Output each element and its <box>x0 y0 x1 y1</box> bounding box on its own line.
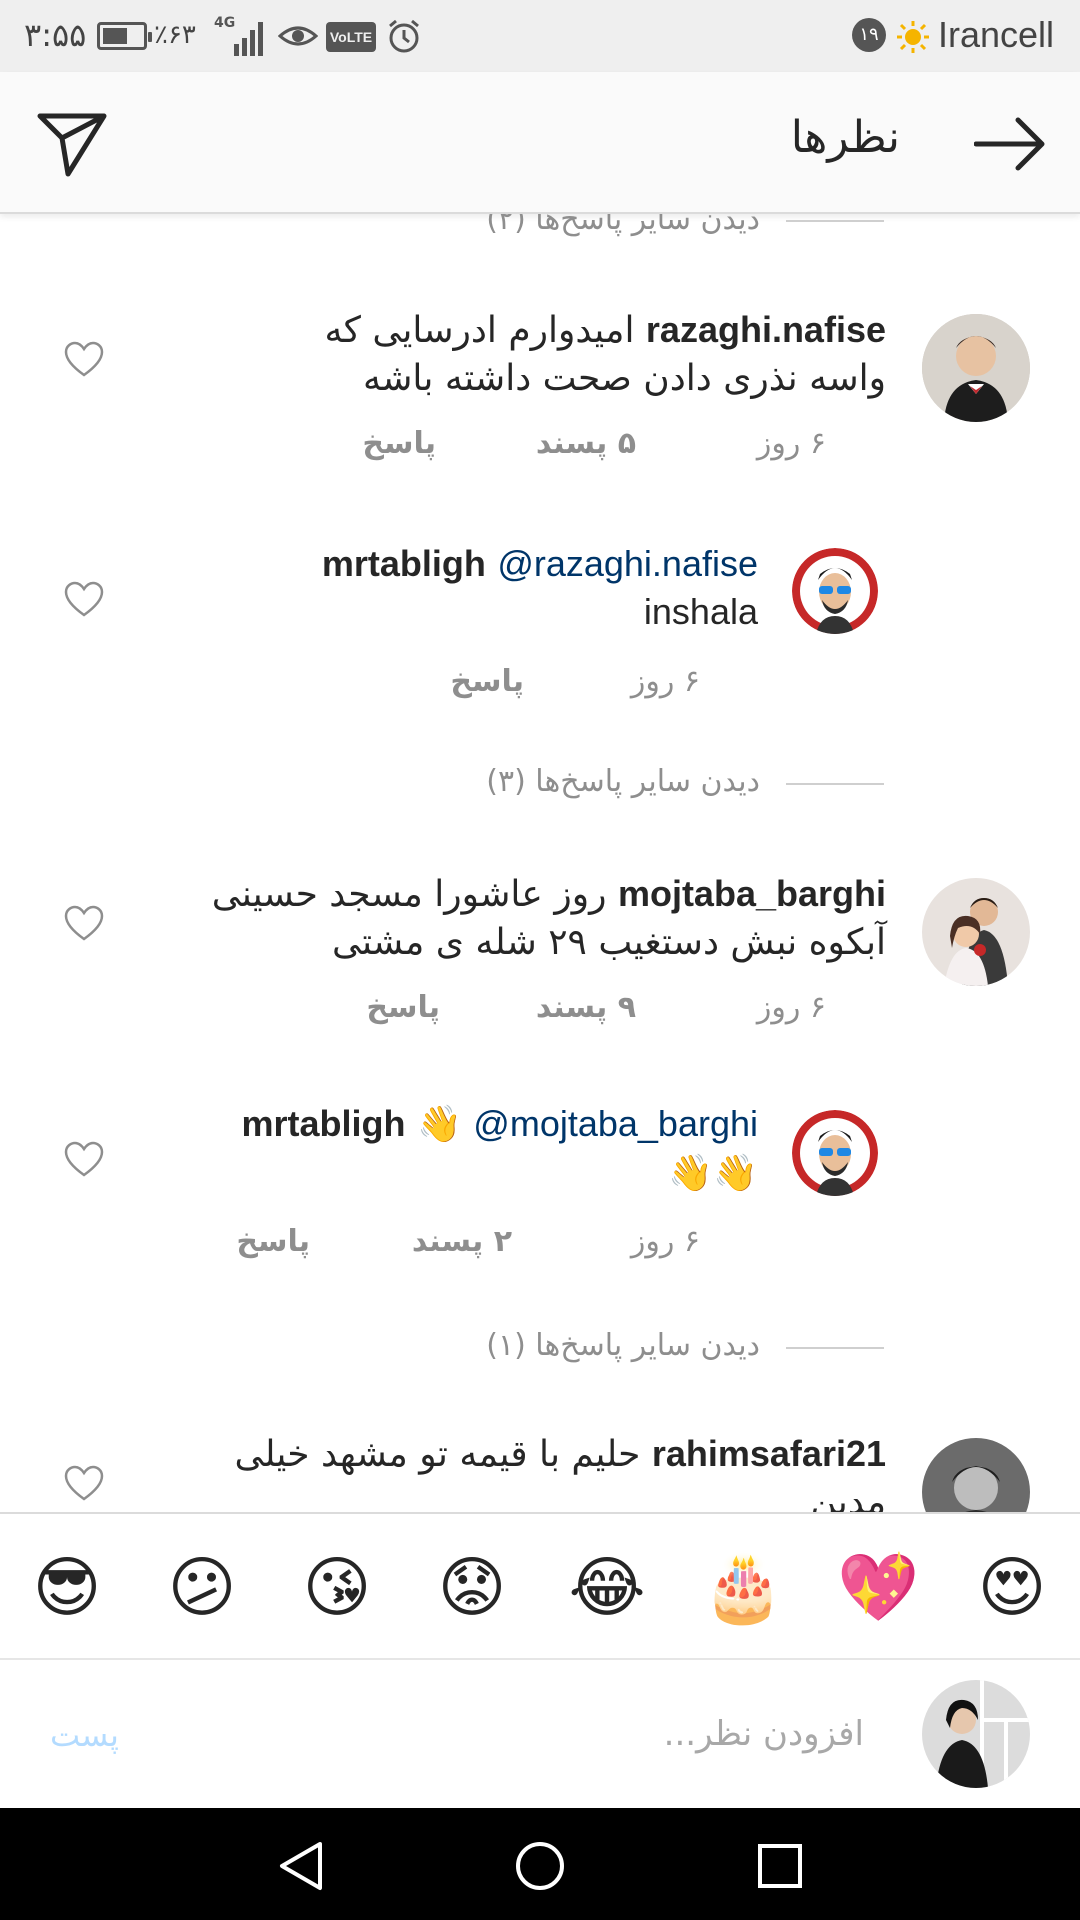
comment-body: razaghi.nafise امیدوارم ادرسایی که واسه … <box>246 306 886 403</box>
send-icon[interactable] <box>36 108 108 180</box>
arrow-right-icon[interactable] <box>974 116 1046 172</box>
avatar[interactable] <box>792 548 878 634</box>
header-bar: نظرها <box>0 72 1080 214</box>
status-bar: ۳:۵۵ ٪۶۳ 4G VoLTE ۱۹ Irancell <box>0 0 1080 72</box>
comment-text: inshala <box>643 591 758 632</box>
heart-icon[interactable] <box>64 904 104 944</box>
view-more-line <box>786 783 884 785</box>
view-more-replies[interactable]: دیدن سایر پاسخ‌ها (۱) <box>486 1328 760 1363</box>
comment-username[interactable]: rahimsafari21 <box>652 1433 886 1474</box>
like-count[interactable]: ۵ پسند <box>536 426 636 461</box>
system-nav-bar <box>0 1808 1080 1920</box>
emoji-quick-bar: 😍 💖 🎂 😂 😟 😘 😕 😎 <box>0 1512 1080 1658</box>
heart-icon[interactable] <box>64 340 104 380</box>
battery-percent: ٪۶۳ <box>154 20 196 50</box>
comments-list[interactable]: دیدن سایر پاسخ‌ها (۲) razaghi.nafise امی… <box>0 214 1080 1512</box>
volte-icon: VoLTE <box>326 22 376 52</box>
heart-icon[interactable] <box>64 1140 104 1180</box>
avatar[interactable] <box>922 1438 1030 1512</box>
comment-body: mrtabligh 👋 @mojtaba_barghi <box>138 1100 758 1149</box>
post-button[interactable]: پست <box>50 1716 119 1754</box>
comment-input[interactable]: افزودن نظر... <box>664 1714 864 1754</box>
comment-mention[interactable]: @mojtaba_barghi <box>473 1103 758 1144</box>
emoji-cake[interactable]: 🎂 <box>702 1548 784 1628</box>
heart-icon[interactable] <box>64 580 104 620</box>
nav-recents-icon[interactable] <box>756 1842 804 1890</box>
emoji-laughing[interactable]: 😂 <box>567 1548 647 1628</box>
notification-badge: ۱۹ <box>852 18 886 52</box>
nav-home-icon[interactable] <box>514 1840 566 1892</box>
comment-username[interactable]: mojtaba_barghi <box>618 873 886 914</box>
emoji-kiss[interactable]: 😘 <box>297 1548 377 1628</box>
comment-mention[interactable]: @razaghi.nafise <box>497 543 758 584</box>
emoji-sunglasses[interactable]: 😎 <box>27 1548 107 1628</box>
heart-icon[interactable] <box>64 1464 104 1504</box>
comment-body: rahimsafari21 حلیم با قیمه تو مشهد خیلی … <box>166 1430 886 1512</box>
emoji-sparkling-heart[interactable]: 💖 <box>837 1548 919 1628</box>
reply-button[interactable]: پاسخ <box>236 1224 310 1259</box>
view-more-replies[interactable]: دیدن سایر پاسخ‌ها (۲) <box>486 214 760 237</box>
sun-icon <box>897 21 929 53</box>
avatar[interactable] <box>792 1110 878 1196</box>
avatar[interactable] <box>922 878 1030 986</box>
comment-composer: افزودن نظر... پست <box>0 1658 1080 1808</box>
eye-icon <box>278 26 318 46</box>
comment-time: ۶ روز <box>630 1224 700 1259</box>
signal-icon <box>230 16 270 56</box>
clock: ۳:۵۵ <box>24 16 87 54</box>
comment-username[interactable]: razaghi.nafise <box>646 309 886 350</box>
reply-button[interactable]: پاسخ <box>366 990 440 1025</box>
comment-username[interactable]: mrtabligh <box>242 1103 406 1144</box>
wave-emoji: 👋 <box>417 1104 462 1145</box>
comment-text: 👋👋 <box>668 1153 758 1194</box>
view-more-replies[interactable]: دیدن سایر پاسخ‌ها (۳) <box>486 764 760 799</box>
reply-button[interactable]: پاسخ <box>450 664 524 699</box>
comment-time: ۶ روز <box>756 990 826 1025</box>
alarm-icon <box>389 19 419 53</box>
battery-icon <box>97 22 152 50</box>
like-count[interactable]: ۲ پسند <box>412 1224 512 1259</box>
comment-time: ۶ روز <box>756 426 826 461</box>
nav-back-icon[interactable] <box>276 1840 326 1892</box>
carrier-name: Irancell <box>938 14 1055 55</box>
emoji-confused[interactable]: 😕 <box>162 1548 242 1628</box>
reply-button[interactable]: پاسخ <box>362 426 436 461</box>
avatar[interactable] <box>922 314 1030 422</box>
comment-username[interactable]: mrtabligh <box>322 543 486 584</box>
comment-body: mrtabligh @razaghi.nafise <box>198 540 758 589</box>
emoji-heart-eyes[interactable]: 😍 <box>972 1548 1052 1628</box>
emoji-worried[interactable]: 😟 <box>432 1548 512 1628</box>
view-more-line <box>786 220 884 222</box>
avatar <box>922 1680 1030 1788</box>
page-title: نظرها <box>790 112 900 163</box>
like-count[interactable]: ۹ پسند <box>536 990 636 1025</box>
comment-time: ۶ روز <box>630 664 700 699</box>
view-more-line <box>786 1347 884 1349</box>
comment-body: mojtaba_barghi روز عاشورا مسجد حسینی آبک… <box>186 870 886 967</box>
